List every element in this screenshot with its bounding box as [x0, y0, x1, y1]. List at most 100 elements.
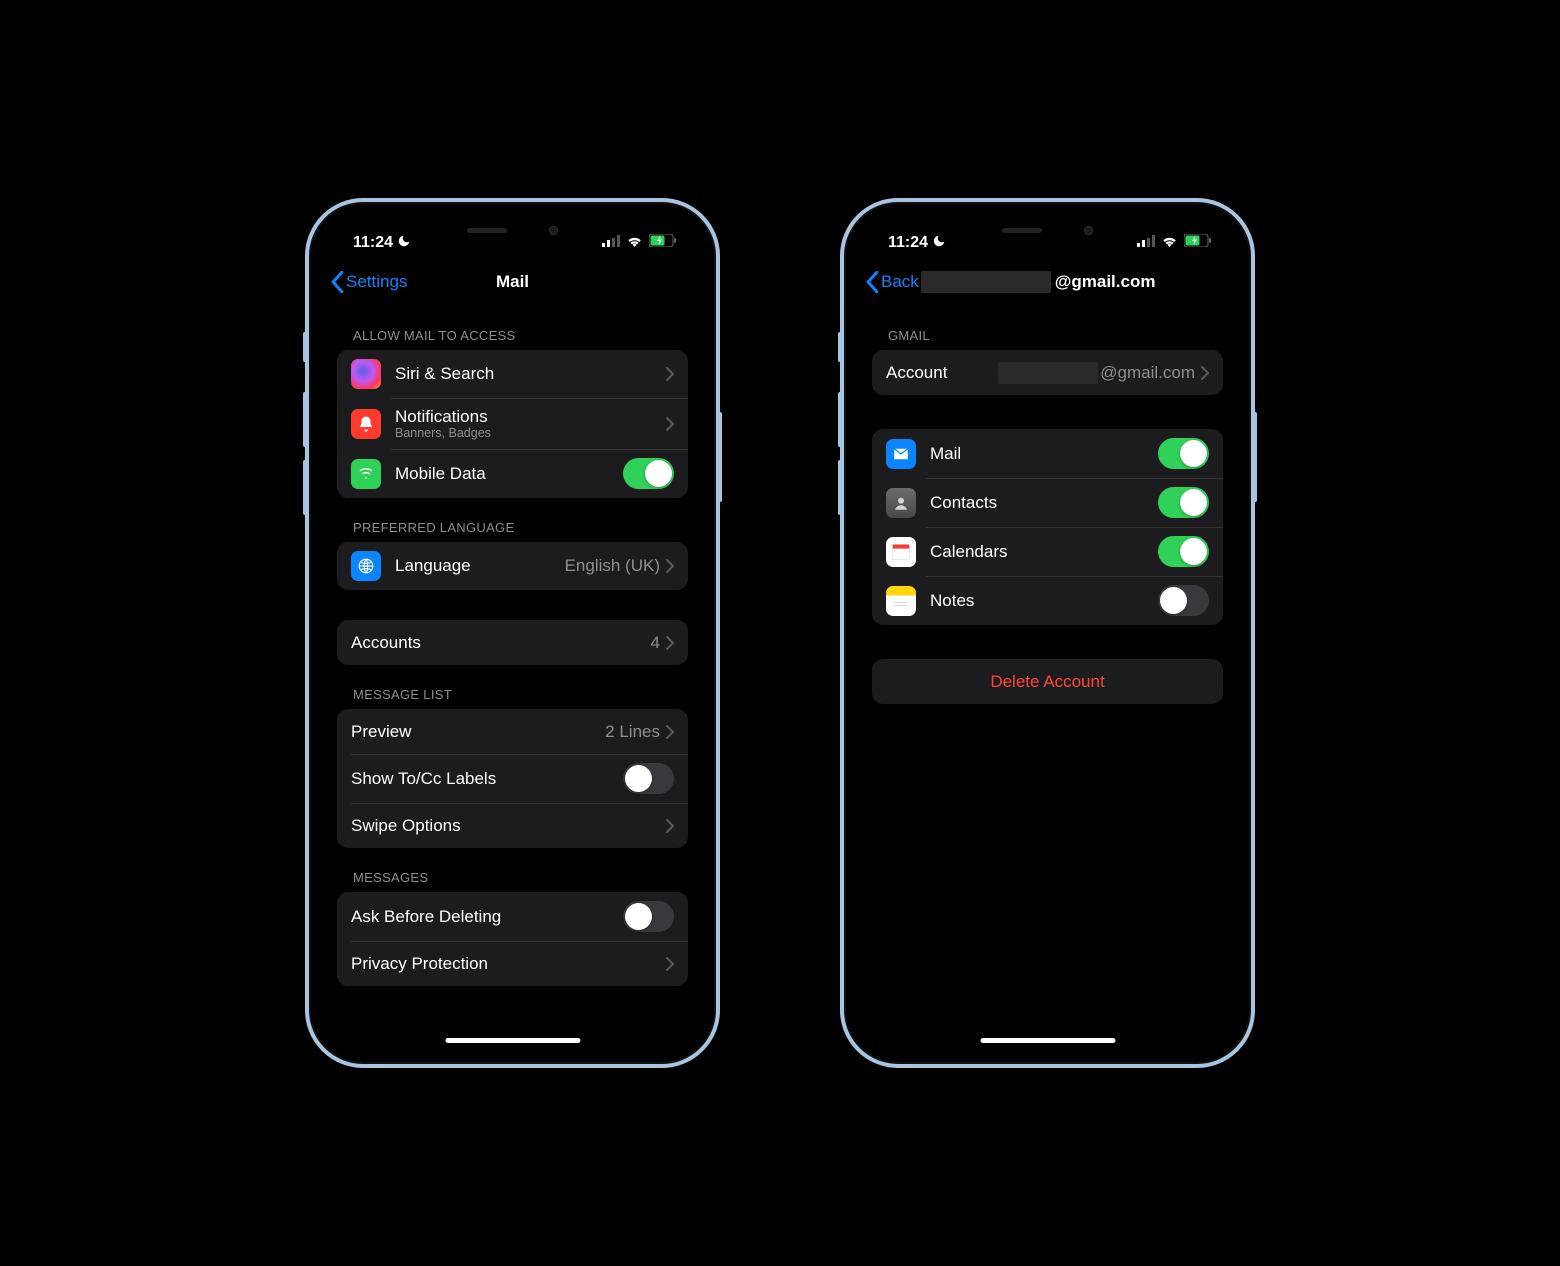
- chevron-right-icon: [666, 559, 674, 573]
- side-button-vol-up: [303, 392, 307, 447]
- section-header-preferred-language: Preferred Language: [337, 498, 688, 542]
- row-privacy-protection[interactable]: Privacy Protection: [337, 941, 688, 986]
- row-label: Language: [395, 556, 565, 576]
- delete-account-label: Delete Account: [990, 672, 1104, 692]
- page-title-suffix: @gmail.com: [1055, 272, 1156, 292]
- calendar-icon: [886, 537, 916, 567]
- row-label: Preview: [351, 722, 605, 742]
- group-allow-access: Siri & Search Notifications Banners, Bad…: [337, 350, 688, 498]
- battery-icon: [1184, 234, 1211, 252]
- calendars-toggle[interactable]: [1158, 536, 1209, 567]
- back-label: Settings: [346, 272, 407, 292]
- contacts-toggle[interactable]: [1158, 487, 1209, 518]
- row-swipe-options[interactable]: Swipe Options: [337, 803, 688, 848]
- section-header-messages: Messages: [337, 848, 688, 892]
- row-label: Account: [886, 363, 998, 383]
- row-value: @gmail.com: [998, 362, 1195, 384]
- chevron-left-icon: [331, 271, 344, 293]
- side-button-power: [718, 412, 722, 502]
- row-label: Mail: [930, 444, 1158, 464]
- group-services: Mail Contacts Calendars: [872, 429, 1223, 625]
- group-message-list: Preview 2 Lines Show To/Cc Labels Swipe …: [337, 709, 688, 848]
- notch: [973, 216, 1123, 244]
- row-show-tocc: Show To/Cc Labels: [337, 754, 688, 803]
- row-value: 2 Lines: [605, 722, 660, 742]
- row-label: Swipe Options: [351, 816, 666, 836]
- side-button-power: [1253, 412, 1257, 502]
- group-accounts: Accounts 4: [337, 620, 688, 665]
- mobile-data-icon: [351, 459, 381, 489]
- group-delete: Delete Account: [872, 659, 1223, 704]
- section-header-allow-access: Allow Mail to Access: [337, 306, 688, 350]
- row-value-suffix: @gmail.com: [1100, 363, 1195, 383]
- redacted-text: [921, 271, 1051, 293]
- chevron-right-icon: [666, 957, 674, 971]
- delete-account-button[interactable]: Delete Account: [872, 659, 1223, 704]
- group-messages: Ask Before Deleting Privacy Protection: [337, 892, 688, 986]
- home-indicator[interactable]: [445, 1038, 580, 1043]
- side-button-vol-down: [838, 460, 842, 515]
- wifi-icon: [1161, 234, 1178, 252]
- row-value: English (UK): [565, 556, 660, 576]
- show-tocc-toggle[interactable]: [623, 763, 674, 794]
- notes-icon: [886, 586, 916, 616]
- row-account[interactable]: Account @gmail.com: [872, 350, 1223, 395]
- mail-toggle[interactable]: [1158, 438, 1209, 469]
- mobile-data-toggle[interactable]: [623, 458, 674, 489]
- chevron-left-icon: [866, 271, 879, 293]
- row-siri-search[interactable]: Siri & Search: [337, 350, 688, 398]
- row-notifications[interactable]: Notifications Banners, Badges: [337, 398, 688, 449]
- status-time: 11:24: [888, 234, 928, 252]
- status-time: 11:24: [353, 234, 393, 252]
- mail-icon: [886, 439, 916, 469]
- contacts-icon: [886, 488, 916, 518]
- row-label: Siri & Search: [395, 364, 666, 384]
- notes-toggle[interactable]: [1158, 585, 1209, 616]
- cellular-icon: [602, 234, 620, 252]
- focus-moon-icon: [932, 234, 946, 253]
- row-ask-before-deleting: Ask Before Deleting: [337, 892, 688, 941]
- chevron-right-icon: [666, 417, 674, 431]
- phone-right: 11:24 Back @gmail.com Gmail: [840, 198, 1255, 1068]
- back-button[interactable]: Back: [866, 271, 919, 293]
- chevron-right-icon: [1201, 366, 1209, 380]
- redacted-text: [998, 362, 1098, 384]
- side-button-vol-up: [838, 392, 842, 447]
- group-preferred-language: Language English (UK): [337, 542, 688, 590]
- notch: [438, 216, 588, 244]
- row-calendars-service: Calendars: [872, 527, 1223, 576]
- page-title: @gmail.com: [921, 271, 1227, 293]
- side-button-vol-down: [303, 460, 307, 515]
- row-label: Contacts: [930, 493, 1158, 513]
- chevron-right-icon: [666, 725, 674, 739]
- group-gmail: Account @gmail.com: [872, 350, 1223, 395]
- back-button[interactable]: Settings: [331, 271, 407, 293]
- section-header-gmail: Gmail: [872, 306, 1223, 350]
- chevron-right-icon: [666, 636, 674, 650]
- row-label: Notifications: [395, 407, 666, 427]
- row-language[interactable]: Language English (UK): [337, 542, 688, 590]
- row-label: Calendars: [930, 542, 1158, 562]
- row-label: Privacy Protection: [351, 954, 666, 974]
- wifi-icon: [626, 234, 643, 252]
- chevron-right-icon: [666, 819, 674, 833]
- ask-before-deleting-toggle[interactable]: [623, 901, 674, 932]
- side-button-silence: [303, 332, 307, 362]
- focus-moon-icon: [397, 234, 411, 253]
- row-label: Mobile Data: [395, 464, 623, 484]
- home-indicator[interactable]: [980, 1038, 1115, 1043]
- row-mobile-data: Mobile Data: [337, 449, 688, 498]
- back-label: Back: [881, 272, 919, 292]
- cellular-icon: [1137, 234, 1155, 252]
- side-button-silence: [838, 332, 842, 362]
- notifications-icon: [351, 409, 381, 439]
- row-mail-service: Mail: [872, 429, 1223, 478]
- chevron-right-icon: [666, 367, 674, 381]
- row-label: Ask Before Deleting: [351, 907, 623, 927]
- row-label: Notes: [930, 591, 1158, 611]
- row-accounts[interactable]: Accounts 4: [337, 620, 688, 665]
- row-preview[interactable]: Preview 2 Lines: [337, 709, 688, 754]
- nav-bar: Back @gmail.com: [858, 260, 1237, 306]
- battery-icon: [649, 234, 676, 252]
- row-notes-service: Notes: [872, 576, 1223, 625]
